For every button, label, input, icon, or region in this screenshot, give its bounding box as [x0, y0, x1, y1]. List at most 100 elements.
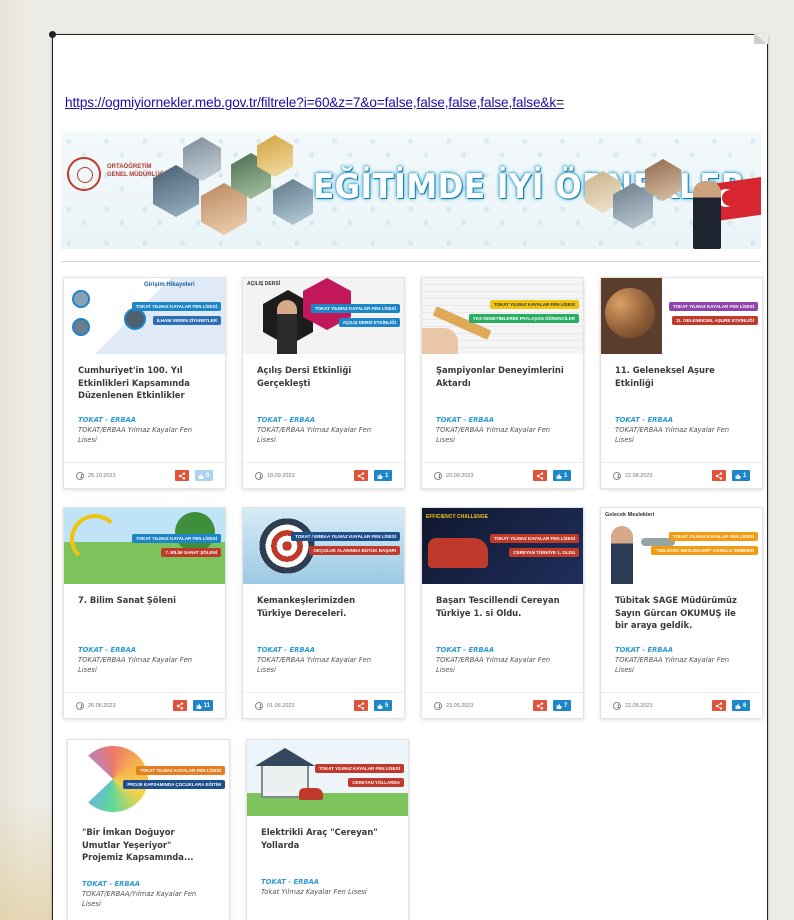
card-title[interactable]: 11. Geleneksel Aşure Etkinliği — [615, 364, 748, 404]
card-thumbnail[interactable]: AÇILIŞ DERSİ TOKAT YILMAZ KAYALAR FEN Lİ… — [243, 278, 404, 354]
card-title[interactable]: Başarı Tescillendi Cereyan Türkiye 1. si… — [436, 594, 569, 634]
card-school: TOKAT/ERBAA Yılmaz Kayalar Fen Lisesi — [436, 426, 551, 444]
thumb-heading: EFFICIENCY CHALLENGE — [426, 514, 489, 520]
card-school: TOKAT/ERBAA Yılmaz Kayalar Fen Lisesi — [436, 656, 551, 674]
news-card[interactable]: Girişim Hikayeleri TOKAT YILMAZ KAYALAR … — [63, 277, 226, 489]
share-button[interactable] — [533, 470, 547, 481]
card-thumbnail[interactable]: EFFICIENCY CHALLENGE TOKAT YILMAZ KAYALA… — [422, 508, 583, 584]
clock-icon — [434, 701, 442, 710]
card-body: 7. Bilim Sanat Şöleni TOKAT - ERBAA TOKA… — [64, 584, 225, 675]
like-button[interactable]: 1 — [374, 470, 392, 481]
share-button[interactable] — [175, 470, 189, 481]
target-icon — [259, 518, 315, 574]
thumbs-up-icon — [377, 473, 383, 479]
card-body: Açılış Dersi Etkinliği Gerçekleşti TOKAT… — [243, 354, 404, 445]
card-body: "Bir İmkan Doğuyor Umutlar Yeşeriyor" Pr… — [68, 816, 229, 909]
like-button[interactable]: 1 — [553, 470, 571, 481]
card-thumbnail[interactable]: TOKAT YILMAZ KAYALAR FEN LİSESİ YKS DENE… — [422, 278, 583, 354]
thumb-ribbon: TOKAT YILMAZ KAYALAR FEN LİSESİ — [668, 302, 758, 311]
card-body: Başarı Tescillendi Cereyan Türkiye 1. si… — [422, 584, 583, 675]
card-thumbnail[interactable]: TOKAT YILMAZ KAYALAR FEN LİSESİ 11. GELE… — [601, 278, 762, 354]
card-title[interactable]: Kemankeşlerimizden Türkiye Dereceleri. — [257, 594, 390, 634]
card-title[interactable]: Açılış Dersi Etkinliği Gerçekleşti — [257, 364, 390, 404]
thumb-person — [124, 308, 146, 330]
news-card[interactable]: TOKAT YILMAZ KAYALAR FEN LİSESİ 11. GELE… — [600, 277, 763, 489]
card-thumbnail[interactable]: TOKAT YILMAZ KAYALAR FEN LİSESİ 7. BİLİM… — [64, 508, 225, 584]
card-body: Tübitak SAGE Müdürümüz Sayın Gürcan OKUM… — [601, 584, 762, 675]
like-count: 1 — [385, 472, 389, 479]
like-button[interactable]: 0 — [195, 470, 213, 481]
card-thumbnail[interactable]: TOKAT YILMAZ KAYALAR FEN LİSESİ CEREYAN … — [247, 740, 408, 816]
card-thumbnail[interactable]: Gelecek Meslekleri TOKAT YILMAZ KAYALAR … — [601, 508, 762, 584]
card-body: Elektrikli Araç "Cereyan" Yollarda TOKAT… — [247, 816, 408, 898]
card-body: Kemankeşlerimizden Türkiye Dereceleri. T… — [243, 584, 404, 675]
like-button[interactable]: 6 — [732, 700, 750, 711]
thumb-ribbon: TOKAT YILMAZ KAYALAR FEN LİSESİ — [668, 532, 758, 541]
card-school: TOKAT/ERBAA Yılmaz Kayalar Fen Lisesi — [257, 656, 372, 674]
card-title[interactable]: Şampiyonlar Deneyimlerini Aktardı — [436, 364, 569, 404]
news-card[interactable]: TOKAT YILMAZ KAYALAR FEN LİSESİ YKS DENE… — [421, 277, 584, 489]
pin-marker — [49, 31, 56, 38]
thumbs-up-icon — [735, 703, 741, 709]
like-count: 1 — [564, 472, 568, 479]
card-title[interactable]: "Bir İmkan Doğuyor Umutlar Yeşeriyor" Pr… — [82, 826, 215, 878]
like-button[interactable]: 1 — [732, 470, 750, 481]
card-title[interactable]: Cumhuriyet'in 100. Yıl Etkinlikleri Kaps… — [78, 364, 211, 404]
clock-icon — [613, 701, 621, 710]
page-url-link[interactable]: https://ogmiyiornekler.meb.gov.tr/filtre… — [65, 95, 755, 110]
card-footer: 26.06.2023 11 — [64, 692, 225, 718]
card-school: TOKAT/ERBAA Yılmaz Kayalar Fen Lisesi — [615, 656, 730, 674]
share-button[interactable] — [712, 470, 726, 481]
thumb-ribbon: TOKAT YILMAZ KAYALAR FEN LİSESİ — [135, 766, 225, 775]
thumb-heading: Gelecek Meslekleri — [605, 512, 655, 518]
share-button[interactable] — [172, 700, 187, 711]
like-count: 5 — [385, 702, 389, 709]
share-icon — [357, 701, 365, 710]
share-button[interactable] — [533, 700, 547, 711]
page-fold — [754, 34, 768, 44]
card-title[interactable]: Elektrikli Araç "Cereyan" Yollarda — [261, 826, 394, 866]
news-card[interactable]: TOKAT / ERBAA YILMAZ KAYALAR FEN LİSESİ … — [242, 507, 405, 719]
share-button[interactable] — [354, 700, 368, 711]
share-button[interactable] — [354, 470, 368, 481]
url-text[interactable]: https://ogmiyiornekler.meb.gov.tr/filtre… — [65, 95, 556, 110]
news-card[interactable]: Gelecek Meslekleri TOKAT YILMAZ KAYALAR … — [600, 507, 763, 719]
clock-icon — [255, 471, 263, 480]
share-button[interactable] — [712, 700, 726, 711]
site-banner[interactable]: ORTAÖĞRETİM GENEL MÜDÜRLÜĞÜ EĞİTİMDE İYİ… — [61, 131, 761, 249]
thumb-ribbon: CEREYAN TÜRKİYE 1. OLDU — [509, 548, 579, 557]
card-location: TOKAT - ERBAA — [261, 878, 320, 886]
card-school: TOKAT/ERBAA Yılmaz Kayalar Fen Lisesi — [257, 426, 372, 444]
news-card[interactable]: TOKAT YILMAZ KAYALAR FEN LİSESİ CEREYAN … — [246, 739, 409, 920]
clock-icon — [434, 471, 442, 480]
like-button[interactable]: 7 — [553, 700, 571, 711]
thumb-rainbow — [70, 514, 120, 564]
card-title[interactable]: 7. Bilim Sanat Şöleni — [78, 594, 211, 634]
card-school: TOKAT/ERBAA Yılmaz Kayalar Fen Lisesi — [78, 426, 193, 444]
news-card[interactable]: TOKAT YILMAZ KAYALAR FEN LİSESİ PROJE KA… — [67, 739, 230, 920]
thumb-hand — [422, 328, 458, 354]
like-button[interactable]: 11 — [192, 700, 213, 711]
thumb-person — [72, 318, 90, 336]
card-date: 25.10.2023 — [76, 471, 175, 480]
clock-icon — [613, 471, 621, 480]
card-thumbnail[interactable]: Girişim Hikayeleri TOKAT YILMAZ KAYALAR … — [64, 278, 225, 354]
thumb-nuts — [605, 288, 655, 338]
like-count: 6 — [743, 702, 747, 709]
like-count: 0 — [206, 472, 210, 479]
thumbs-up-icon — [198, 473, 204, 479]
card-title[interactable]: Tübitak SAGE Müdürümüz Sayın Gürcan OKUM… — [615, 594, 748, 634]
clock-icon — [255, 701, 263, 710]
news-card[interactable]: TOKAT YILMAZ KAYALAR FEN LİSESİ 7. BİLİM… — [63, 507, 226, 719]
card-thumbnail[interactable]: TOKAT YILMAZ KAYALAR FEN LİSESİ PROJE KA… — [68, 740, 229, 816]
date-text: 22.05.2023 — [625, 702, 653, 709]
news-card[interactable]: EFFICIENCY CHALLENGE TOKAT YILMAZ KAYALA… — [421, 507, 584, 719]
like-button[interactable]: 5 — [374, 700, 392, 711]
card-thumbnail[interactable]: TOKAT / ERBAA YILMAZ KAYALAR FEN LİSESİ … — [243, 508, 404, 584]
news-card[interactable]: AÇILIŞ DERSİ TOKAT YILMAZ KAYALAR FEN Lİ… — [242, 277, 405, 489]
thumb-person — [277, 300, 297, 354]
date-text: 01.06.2023 — [267, 702, 295, 709]
card-date: 01.06.2023 — [255, 701, 354, 710]
thumb-ribbon: YKS DENEYİMLERİNİ PAYLAŞAN ÖĞRENCİLER — [468, 314, 579, 323]
date-text: 20.09.2023 — [446, 472, 474, 479]
